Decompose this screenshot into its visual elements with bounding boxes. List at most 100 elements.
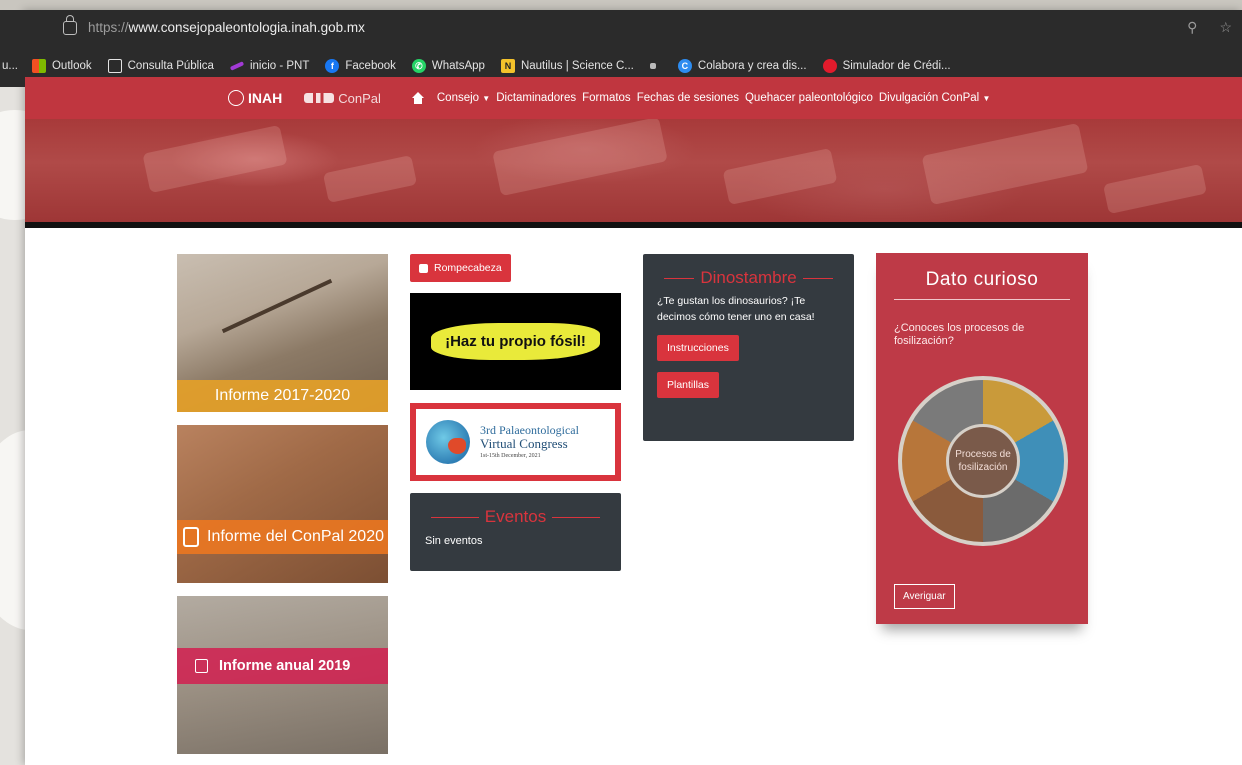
- make-fossil-text: ¡Haz tu propio fósil!: [431, 323, 600, 360]
- instructions-button[interactable]: Instrucciones: [657, 334, 739, 361]
- document-icon: [183, 527, 199, 547]
- bookmark-square[interactable]: [649, 63, 662, 69]
- dinostambre-card: Dinostambre ¿Te gustan los dinosaurios? …: [643, 254, 854, 441]
- templates-button[interactable]: Plantillas: [657, 371, 720, 398]
- bookmark-facebook[interactable]: f Facebook: [325, 59, 396, 73]
- make-fossil-banner[interactable]: ¡Haz tu propio fósil!: [410, 293, 621, 390]
- inah-logo[interactable]: INAH: [228, 90, 282, 106]
- url-domain: www.consejopaleontologia.inah.gob.mx: [128, 20, 365, 35]
- report-title: Informe anual 2019: [219, 658, 351, 674]
- windows-logo-icon: [31, 59, 46, 73]
- hero-rock: [921, 122, 1089, 206]
- lock-icon[interactable]: [63, 14, 77, 35]
- canva-icon: C: [677, 59, 692, 73]
- inah-logo-text: INAH: [248, 90, 283, 106]
- title-rule: [802, 277, 833, 279]
- nav-label: Divulgación ConPal: [878, 92, 980, 104]
- bookmark-label: Nautilus | Science C...: [520, 60, 634, 72]
- puzzle-button[interactable]: Rompecabeza: [410, 254, 511, 282]
- fossil-fern-image: [221, 278, 333, 334]
- bookmark-whatsapp[interactable]: ✆ WhatsApp: [411, 59, 485, 73]
- bookmark-consulta-publica[interactable]: Consulta Pública: [107, 59, 214, 73]
- url-protocol: https://: [88, 20, 129, 35]
- report-conpal-2020-card[interactable]: Informe del ConPal 2020: [177, 425, 388, 583]
- url-field[interactable]: https://www.consejopaleontologia.inah.go…: [88, 20, 365, 35]
- nautilus-icon: N: [500, 59, 515, 73]
- bookmark-label: Consulta Pública: [127, 60, 214, 72]
- congress-line2: Virtual Congress: [480, 435, 568, 451]
- page-icon: [107, 59, 122, 73]
- nav-label: Consejo: [436, 92, 480, 104]
- home-icon[interactable]: [411, 92, 425, 104]
- events-title-text: Eventos: [484, 507, 547, 526]
- bookmark-canva[interactable]: C Colabora y crea dis...: [677, 59, 807, 73]
- congress-banner[interactable]: 3rd Palaeontological Virtual Congress 1s…: [410, 403, 621, 481]
- bookmark-pnt[interactable]: inicio - PNT: [229, 60, 309, 72]
- puzzle-icon: [419, 263, 428, 273]
- nav-divulgacion[interactable]: Divulgación ConPal ▼: [879, 92, 991, 104]
- bookmark-item[interactable]: u...: [2, 60, 18, 72]
- pnt-icon: [229, 61, 245, 71]
- dino-title-text: Dinostambre: [700, 268, 797, 287]
- globe-crab-icon: [426, 420, 470, 464]
- address-bar[interactable]: https://www.consejopaleontologia.inah.go…: [0, 10, 1242, 45]
- find-out-button[interactable]: Averiguar: [894, 584, 955, 609]
- puzzle-button-label: Rompecabeza: [434, 262, 502, 274]
- curious-question: ¿Conoces los procesos de fosilización?: [894, 322, 1025, 348]
- bookmark-simulador[interactable]: Simulador de Crédi...: [822, 59, 951, 73]
- events-title: Eventos: [425, 507, 606, 527]
- nav-formatos[interactable]: Formatos: [582, 92, 631, 104]
- report-label: Informe 2017-2020: [177, 380, 388, 412]
- curious-fact-card: Dato curioso ¿Conoces los procesos de fo…: [876, 253, 1088, 624]
- report-anual-2019-card[interactable]: Informe anual 2019: [177, 596, 388, 754]
- zoom-icon[interactable]: ⚲: [1187, 19, 1197, 36]
- conpal-logo[interactable]: ConPal: [304, 91, 381, 106]
- bookmark-label: u...: [2, 60, 18, 72]
- report-title: Informe 2017-2020: [214, 387, 351, 404]
- site-navbar: INAH ConPal Consejo ▼ Dictaminadores For…: [25, 77, 1242, 119]
- hero-rock: [722, 147, 838, 206]
- congress-line1: 3rd Palaeontological: [480, 423, 579, 438]
- report-title: Informe del ConPal 2020: [207, 528, 384, 545]
- caret-down-icon: ▼: [482, 94, 491, 103]
- facebook-icon: f: [325, 59, 340, 73]
- bookmark-nautilus[interactable]: N Nautilus | Science C...: [500, 59, 634, 73]
- conpal-mark-icon: [304, 93, 335, 103]
- title-rule: [552, 516, 600, 518]
- bookmark-label: Outlook: [51, 60, 92, 72]
- nav-consejo[interactable]: Consejo ▼: [437, 92, 490, 104]
- hero-rock: [142, 124, 288, 194]
- events-card: Eventos Sin eventos: [410, 493, 621, 571]
- nav-dictaminadores[interactable]: Dictaminadores: [496, 92, 576, 104]
- nav-fechas-sesiones[interactable]: Fechas de sesiones: [637, 92, 739, 104]
- report-label: Informe del ConPal 2020: [177, 520, 388, 554]
- red-circle-icon: [822, 59, 837, 73]
- fossilization-wheel-image: Procesos de fosilización: [898, 376, 1068, 546]
- backdrop-top: [0, 0, 1242, 10]
- curious-divider: [894, 299, 1070, 300]
- events-empty-text: Sin eventos: [425, 535, 483, 547]
- hero-rock: [1102, 163, 1208, 215]
- report-label: Informe anual 2019: [177, 648, 388, 684]
- bookmark-outlook[interactable]: Outlook: [31, 59, 92, 73]
- reports-column: Informe 2017-2020 Informe del ConPal 202…: [177, 254, 388, 765]
- caret-down-icon: ▼: [982, 94, 991, 103]
- title-rule: [664, 277, 695, 279]
- browser-window: https://www.consejopaleontologia.inah.go…: [0, 10, 1242, 765]
- square-icon: [649, 63, 656, 69]
- bookmark-label: WhatsApp: [431, 60, 485, 72]
- inah-seal-icon: [228, 90, 244, 106]
- nav-quehacer[interactable]: Quehacer paleontológico: [745, 92, 873, 104]
- wheel-center-label: Procesos de fosilización: [946, 424, 1020, 498]
- middle-column: Rompecabeza ¡Haz tu propio fósil! 3rd Pa…: [410, 254, 621, 571]
- whatsapp-icon: ✆: [411, 59, 426, 73]
- title-rule: [431, 516, 479, 518]
- favorite-star-icon[interactable]: ☆: [1219, 19, 1232, 36]
- curious-title: Dato curioso: [925, 269, 1039, 290]
- report-2017-2020-card[interactable]: Informe 2017-2020: [177, 254, 388, 412]
- hero-banner: [25, 119, 1242, 228]
- nav-links: Consejo ▼ Dictaminadores Formatos Fechas…: [411, 92, 990, 104]
- pdf-icon: [195, 659, 208, 673]
- conpal-logo-text: ConPal: [338, 90, 381, 106]
- bookmark-label: Colabora y crea dis...: [697, 60, 807, 72]
